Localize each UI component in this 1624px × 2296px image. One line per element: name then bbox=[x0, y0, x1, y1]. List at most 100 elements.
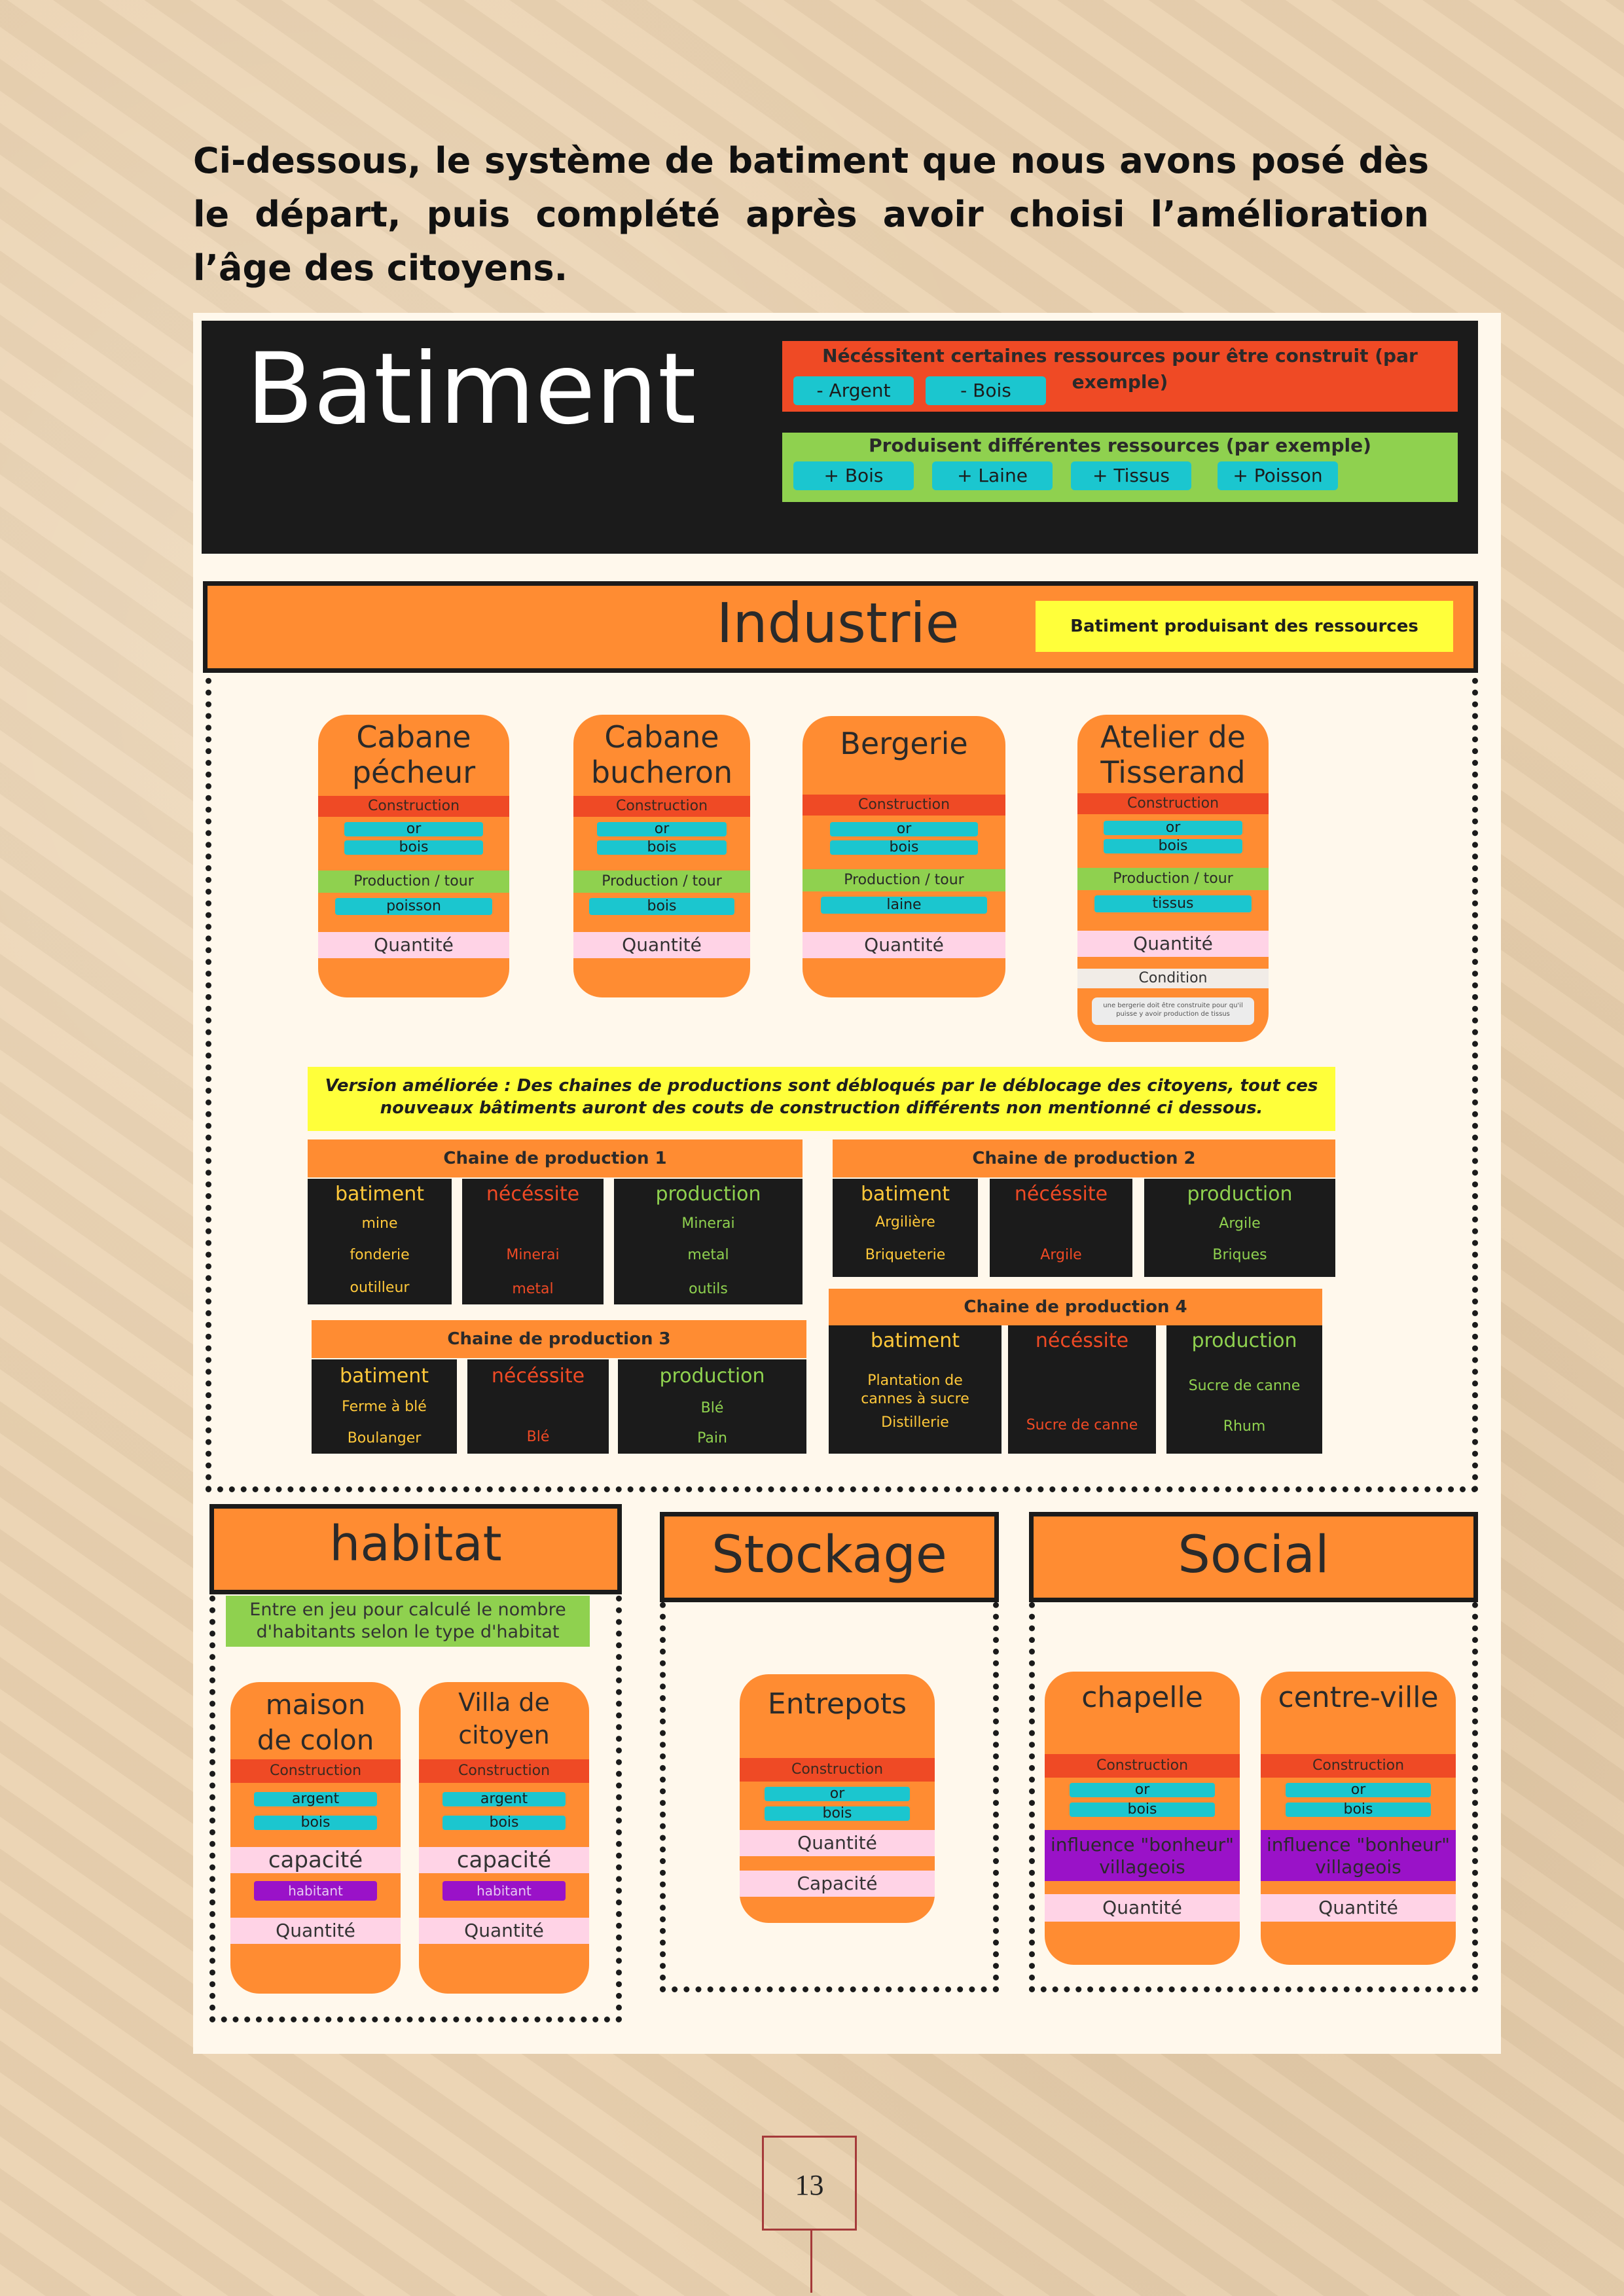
chain2-col-batiment: batiment Argilière Briqueterie bbox=[833, 1179, 978, 1277]
card-title-line1: Cabane bbox=[356, 719, 471, 755]
cost-chip-bois: bois bbox=[344, 840, 483, 855]
card-bergerie: Bergerie Construction or bois Production… bbox=[803, 716, 1005, 997]
page-number: 13 bbox=[762, 2136, 857, 2231]
intro-paragraph: Ci-dessous, le système de batiment que n… bbox=[193, 140, 1429, 289]
requires-chip-argent: - Argent bbox=[793, 376, 914, 405]
influence-line1: influence "bonheur" bbox=[1050, 1834, 1235, 1856]
chain4-col-production: production Sucre de canne Rhum bbox=[1166, 1325, 1322, 1454]
cost-chip-bois: bois bbox=[1104, 839, 1242, 853]
capacity-label: capacité bbox=[230, 1847, 401, 1873]
chain-value: Briques bbox=[1212, 1247, 1267, 1263]
cost-chip-bois: bois bbox=[1070, 1803, 1215, 1817]
cost-chip-or: or bbox=[597, 822, 727, 836]
chain-value: outilleur bbox=[350, 1280, 410, 1296]
card-title-line1: Villa de bbox=[458, 1688, 550, 1717]
chain-value: Pain bbox=[697, 1430, 727, 1446]
produces-chip-poisson: + Poisson bbox=[1218, 461, 1338, 490]
produces-chip-laine: + Laine bbox=[932, 461, 1053, 490]
cost-chip-bois: bois bbox=[830, 840, 978, 855]
cost-chip-or: or bbox=[765, 1787, 910, 1801]
habitat-note: Entre en jeu pour calculé le nombre d'ha… bbox=[226, 1596, 590, 1647]
construction-label: Construction bbox=[1045, 1754, 1240, 1778]
chain1-header: Chaine de production 1 bbox=[308, 1139, 803, 1177]
condition-note: une bergerie doit être construite pour q… bbox=[1092, 997, 1254, 1025]
cost-chip-bois: bois bbox=[765, 1806, 910, 1821]
chain-value: metal bbox=[512, 1281, 554, 1297]
card-title-line1: Entrepots bbox=[767, 1687, 907, 1721]
chain-value: Minerai bbox=[506, 1247, 560, 1263]
chain-value: fonderie bbox=[350, 1247, 410, 1263]
cost-chip-or: or bbox=[1070, 1783, 1215, 1797]
capacity-label: Capacité bbox=[740, 1871, 935, 1897]
social-title: Social bbox=[1178, 1526, 1329, 1585]
col-header: production bbox=[655, 1183, 761, 1206]
col-header: production bbox=[659, 1365, 765, 1388]
habitat-note-line2: d'habitants selon le type d'habitat bbox=[256, 1622, 560, 1642]
card-title-line2: bucheron bbox=[590, 755, 733, 790]
legend-title: Batiment bbox=[246, 332, 696, 446]
produces-chip-bois: + Bois bbox=[793, 461, 914, 490]
col-header: nécéssite bbox=[1014, 1183, 1108, 1206]
col-header: batiment bbox=[335, 1183, 424, 1206]
production-label: Production / tour bbox=[803, 869, 1005, 891]
chain2-col-production: production Argile Briques bbox=[1144, 1179, 1335, 1277]
chain-value: Argilière bbox=[875, 1214, 935, 1230]
card-title-line1: Bergerie bbox=[840, 726, 968, 761]
construction-label: Construction bbox=[573, 796, 750, 817]
capacity-label: capacité bbox=[419, 1847, 589, 1873]
chain-value: Sucre de canne bbox=[1188, 1378, 1301, 1394]
cost-chip-bois: bois bbox=[442, 1816, 566, 1830]
capacity-chip: habitant bbox=[254, 1881, 377, 1901]
chain-value: Ferme à blé bbox=[342, 1399, 427, 1415]
chain3-col-batiment: batiment Ferme à blé Boulanger bbox=[312, 1359, 457, 1454]
card-title-line2: pécheur bbox=[352, 755, 476, 790]
production-chip: laine bbox=[821, 897, 987, 914]
habitat-title: habitat bbox=[329, 1516, 502, 1572]
cost-chip-or: or bbox=[1286, 1783, 1431, 1797]
chain1-col-necessite: nécéssite Minerai metal bbox=[462, 1179, 604, 1304]
chain-value: metal bbox=[687, 1247, 729, 1263]
chain-value: outils bbox=[689, 1281, 728, 1297]
chain2-col-necessite: nécéssite Argile bbox=[990, 1179, 1132, 1277]
card-title-line1: Atelier de bbox=[1100, 719, 1246, 755]
chain4-col-batiment: batiment Plantation de cannes à sucre Di… bbox=[829, 1325, 1001, 1454]
col-header: batiment bbox=[871, 1329, 960, 1352]
production-chip: poisson bbox=[335, 898, 492, 915]
chain3-col-necessite: nécéssite Blé bbox=[467, 1359, 609, 1454]
chain3-header: Chaine de production 3 bbox=[312, 1320, 806, 1358]
cost-chip-or: or bbox=[1104, 821, 1242, 835]
quantity-label: Quantité bbox=[1261, 1894, 1456, 1922]
col-header: production bbox=[1187, 1183, 1293, 1206]
industrie-note: Batiment produisant des ressources bbox=[1036, 601, 1453, 652]
col-header: batiment bbox=[340, 1365, 429, 1388]
quantity-label: Quantité bbox=[803, 932, 1005, 958]
cost-chip-or: or bbox=[830, 822, 978, 836]
construction-label: Construction bbox=[1261, 1754, 1456, 1778]
quantity-label: Quantité bbox=[419, 1918, 589, 1944]
quantity-label: Quantité bbox=[318, 932, 509, 958]
col-header: nécéssite bbox=[486, 1183, 580, 1206]
requires-chip-bois: - Bois bbox=[926, 376, 1046, 405]
chain3-col-production: production Blé Pain bbox=[618, 1359, 806, 1454]
card-villa-citoyen: Villa de citoyen Construction argent boi… bbox=[419, 1682, 589, 1994]
construction-label: Construction bbox=[1077, 793, 1269, 814]
card-entrepots: Entrepots Construction or bois Quantité … bbox=[740, 1674, 935, 1923]
card-title-line1: maison bbox=[265, 1689, 366, 1721]
card-atelier-tisserand: Atelier de Tisserand Construction or boi… bbox=[1077, 715, 1269, 1042]
card-title-line1: chapelle bbox=[1081, 1681, 1203, 1714]
construction-label: Construction bbox=[230, 1759, 401, 1783]
chain-value: Argile bbox=[1219, 1215, 1261, 1232]
chain-value: Boulanger bbox=[347, 1430, 422, 1446]
card-cabane-bucheron: Cabane bucheron Construction or bois Pro… bbox=[573, 715, 750, 997]
stockage-title: Stockage bbox=[712, 1526, 947, 1585]
chain1-col-production: production Minerai metal outils bbox=[614, 1179, 803, 1304]
version-note: Version améliorée : Des chaines de produ… bbox=[308, 1067, 1335, 1131]
card-title-line2: citoyen bbox=[458, 1721, 550, 1749]
industrie-title: Industrie bbox=[716, 591, 960, 655]
chain2-header: Chaine de production 2 bbox=[833, 1139, 1335, 1177]
chain-value: cannes à sucre bbox=[861, 1391, 969, 1407]
habitat-note-line1: Entre en jeu pour calculé le nombre bbox=[249, 1600, 566, 1620]
chain-value: mine bbox=[361, 1215, 398, 1232]
influence-label: influence "bonheur" villageois bbox=[1261, 1830, 1456, 1881]
production-label: Production / tour bbox=[318, 870, 509, 893]
